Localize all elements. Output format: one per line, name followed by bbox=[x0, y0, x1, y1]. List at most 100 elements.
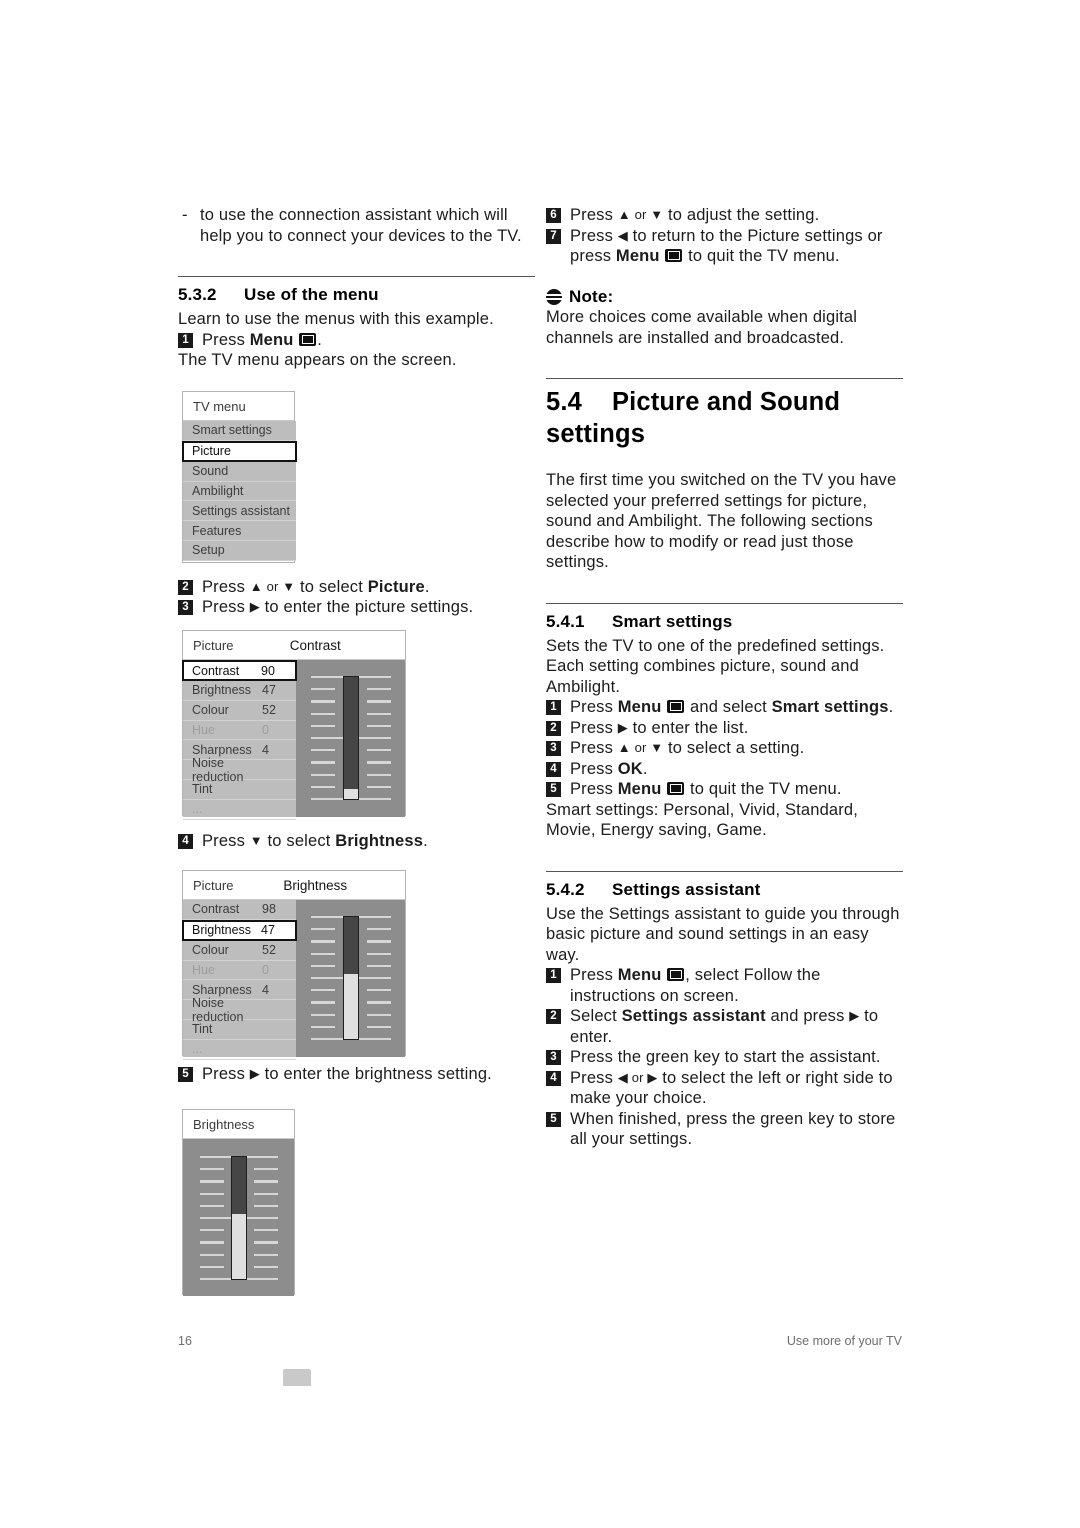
menu-row[interactable]: Settings assistant bbox=[183, 501, 296, 522]
menu-row[interactable]: ... bbox=[183, 1040, 296, 1060]
picture-label: Picture bbox=[367, 577, 425, 596]
smart-step-1: 1 Press Menu and select Smart settings. bbox=[546, 697, 903, 718]
menu-row[interactable]: Brightness 47 bbox=[182, 919, 297, 941]
slider-tick bbox=[199, 1278, 232, 1281]
slider-tick bbox=[358, 798, 391, 801]
step-text: Press ▶ to enter the picture settings. bbox=[202, 598, 474, 616]
smart-settings-label: Smart settings bbox=[771, 698, 889, 716]
menu-row[interactable]: Smart settings bbox=[183, 421, 296, 441]
menu-row[interactable]: Contrast 90 bbox=[182, 660, 297, 681]
menu-row[interactable]: ... bbox=[183, 800, 296, 820]
slider-tick bbox=[245, 1217, 278, 1220]
menu-row[interactable]: Colour 52 bbox=[183, 701, 296, 721]
slider-tick bbox=[310, 1038, 343, 1041]
assistant-step-3: 3 Press the green key to start the assis… bbox=[546, 1047, 903, 1068]
slider-tick bbox=[310, 1013, 335, 1016]
slider-tick bbox=[366, 700, 391, 703]
menu-row[interactable]: Colour 52 bbox=[183, 941, 296, 961]
slider-tick bbox=[310, 700, 335, 703]
step-text: Press ▼ to select Brightness. bbox=[202, 831, 428, 850]
step-number: 7 bbox=[546, 228, 561, 244]
note-text: More choices come available when digital… bbox=[546, 308, 858, 347]
menu-row[interactable]: Setup bbox=[183, 541, 296, 561]
brightness-content: Contrast 98 Brightness 47 Colour 52 Hue 0 Sharpn… bbox=[182, 900, 405, 1060]
heading-title: Settings assistant bbox=[612, 879, 761, 899]
contrast-title-right: Contrast bbox=[289, 637, 341, 653]
slider-tick bbox=[253, 1180, 278, 1183]
slider-fill bbox=[343, 917, 358, 975]
step-number: 2 bbox=[178, 579, 193, 595]
bullet-text: to use the connection assistant which wi… bbox=[200, 206, 522, 245]
step-number: 2 bbox=[546, 1009, 561, 1024]
tv-menu-mockup: TV menu Smart settings Picture Sound Ambili… bbox=[182, 391, 297, 563]
contrast-title-left: Picture bbox=[193, 637, 234, 653]
step-number: 5 bbox=[546, 782, 561, 797]
slider-tick bbox=[253, 1168, 278, 1171]
menu-row[interactable]: Hue 0 bbox=[183, 721, 296, 741]
slider-tick bbox=[366, 724, 391, 727]
menu-row[interactable]: Noise reduction bbox=[183, 756, 296, 784]
updown-arrows: ▲ or ▼ bbox=[249, 578, 296, 594]
menu-row[interactable]: Noise reduction bbox=[183, 996, 296, 1024]
slider-tick bbox=[310, 1025, 335, 1028]
slider-tick bbox=[310, 940, 335, 943]
menu-label: Menu bbox=[617, 966, 662, 984]
step-number: 4 bbox=[178, 833, 193, 849]
slider-tick bbox=[310, 737, 343, 740]
slider-tick bbox=[199, 1156, 232, 1159]
contrast-titlebar: Picture Contrast bbox=[183, 631, 405, 660]
note-icon bbox=[546, 288, 562, 305]
bullet-dash: - bbox=[182, 206, 188, 224]
step-number: 1 bbox=[178, 332, 193, 348]
step-1: 1 Press Menu . bbox=[178, 330, 535, 351]
menu-row[interactable]: Brightness 47 bbox=[183, 681, 296, 701]
slider-tick bbox=[366, 761, 391, 764]
menu-row[interactable]: Tint bbox=[183, 780, 296, 800]
menu-row[interactable]: Tint bbox=[183, 1020, 296, 1040]
section-divider bbox=[178, 276, 535, 277]
brightness-label: Brightness bbox=[335, 831, 424, 850]
menu-label: Menu bbox=[617, 780, 662, 798]
brightness-only-mockup: Brightness bbox=[182, 1109, 295, 1296]
left-arrow: ◀ bbox=[617, 227, 628, 243]
menu-row[interactable]: Hue 0 bbox=[183, 961, 296, 981]
contrast-slider-pane bbox=[296, 660, 405, 817]
slider-tick bbox=[358, 977, 391, 980]
menu-row[interactable]: Features bbox=[183, 521, 296, 541]
slider-tick bbox=[310, 977, 343, 980]
contrast-content: Contrast 90 Brightness 47 Colour 52 Hue 0 Sharpn… bbox=[182, 660, 405, 820]
slider-bar[interactable] bbox=[342, 916, 359, 1040]
step-number: 3 bbox=[546, 741, 561, 756]
menu-row-value: 98 bbox=[262, 902, 276, 917]
menu-row[interactable]: Contrast 98 bbox=[183, 900, 296, 920]
brightness-only-slider[interactable] bbox=[199, 1156, 278, 1281]
menu-row-value: 52 bbox=[262, 703, 276, 718]
slider-bar[interactable] bbox=[342, 676, 359, 800]
smart-settings-list: Smart settings: Personal, Vivid, Standar… bbox=[546, 800, 859, 840]
assistant-step-2: 2 Select Settings assistant and press ▶ … bbox=[546, 1006, 903, 1047]
slider-tick bbox=[310, 798, 343, 801]
menu-row-label: Brightness bbox=[192, 683, 252, 698]
step-2: 2 Press ▲ or ▼ to select Picture. bbox=[178, 577, 535, 598]
slider-tick bbox=[310, 712, 335, 715]
step-text: Press ▲ or ▼ to adjust the setting. bbox=[570, 206, 820, 224]
section-54-intro: The first time you switched on the TV yo… bbox=[546, 471, 897, 571]
right-arrow: ▶ bbox=[617, 719, 628, 735]
right-column: 6 Press ▲ or ▼ to adjust the setting. 7 … bbox=[546, 205, 903, 1150]
page-number: 16 bbox=[178, 1334, 192, 1348]
slider-fill bbox=[231, 1157, 246, 1215]
contrast-slider[interactable] bbox=[310, 676, 391, 801]
menu-row-label: Colour bbox=[192, 703, 229, 718]
slider-tick bbox=[310, 773, 335, 776]
step-text: Press Menu to quit the TV menu. bbox=[570, 780, 842, 798]
step-number: 4 bbox=[546, 761, 561, 777]
brightness-slider[interactable] bbox=[310, 916, 391, 1041]
slider-tick bbox=[245, 1278, 278, 1281]
menu-row-label: Setup bbox=[192, 543, 225, 558]
ok-label: OK bbox=[617, 759, 643, 778]
slider-bar[interactable] bbox=[230, 1156, 247, 1280]
brightness-title-right: Brightness bbox=[283, 877, 348, 893]
menu-row[interactable]: Ambilight bbox=[183, 482, 296, 502]
menu-row[interactable]: Picture bbox=[182, 440, 297, 462]
menu-row[interactable]: Sound bbox=[183, 462, 296, 482]
